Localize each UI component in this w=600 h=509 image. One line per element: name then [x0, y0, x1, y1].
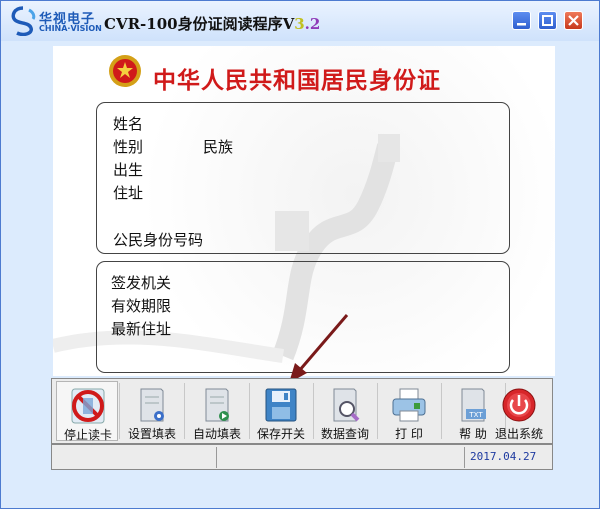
title-bar[interactable]: 华视电子 CHINA·VISION CVR-100身份证阅读程序V3.2 — [1, 1, 599, 41]
status-date: 2017.04.27 — [470, 450, 537, 463]
national-emblem-icon — [109, 55, 141, 87]
issuer-label: 签发机关 — [111, 274, 172, 292]
auto-fill-button[interactable]: 自动填表 — [186, 381, 248, 441]
data-query-button[interactable]: 数据查询 — [314, 381, 376, 441]
close-icon — [568, 15, 579, 26]
svg-text:TXT: TXT — [468, 411, 483, 419]
printer-icon — [392, 388, 426, 422]
id-number-label: 公民身份号码 — [113, 231, 204, 249]
help-doc-icon: TXT — [461, 388, 486, 422]
gender-label: 性别 — [113, 138, 144, 156]
toolbar-separator — [119, 383, 120, 439]
window-title-version-major: 3 — [294, 15, 305, 33]
latest-address-label: 最新住址 — [111, 320, 172, 338]
search-doc-icon — [333, 388, 360, 422]
address-label: 住址 — [113, 184, 144, 202]
validity-label: 有效期限 — [111, 297, 172, 315]
form-settings-button[interactable]: 设置填表 — [121, 381, 183, 441]
print-label: 打 印 — [395, 427, 423, 441]
status-divider — [216, 447, 217, 468]
form-settings-icon — [140, 388, 164, 422]
logo-english-text: CHINA·VISION — [39, 24, 102, 33]
power-icon — [502, 388, 536, 422]
print-button[interactable]: 打 印 — [378, 381, 440, 441]
app-window: 华视电子 CHINA·VISION CVR-100身份证阅读程序V3.2 中华人… — [0, 0, 600, 509]
status-bar: 2017.04.27 — [51, 444, 553, 470]
save-toggle-button[interactable]: 保存开关 — [250, 381, 312, 441]
save-toggle-label: 保存开关 — [256, 427, 305, 441]
minimize-button[interactable] — [512, 11, 531, 30]
logo-mark-icon — [11, 6, 36, 36]
maximize-button[interactable] — [538, 11, 557, 30]
maximize-icon — [542, 15, 553, 26]
exit-system-label: 退出系统 — [494, 427, 543, 441]
auto-fill-label: 自动填表 — [192, 427, 241, 441]
data-query-label: 数据查询 — [320, 427, 369, 441]
card-title: 中华人民共和国居民身份证 — [153, 67, 441, 94]
auto-fill-icon — [205, 388, 229, 422]
stop-reading-button[interactable]: 停止读卡 — [56, 381, 118, 442]
minimize-icon — [517, 23, 526, 26]
exit-system-button[interactable]: 退出系统 — [488, 381, 550, 441]
toolbar: 停止读卡 设置填表 自动填表 保存开关 数据查询 打 印 TXT 帮 助 退出系… — [51, 378, 553, 444]
window-title-version-minor: .2 — [304, 15, 321, 33]
toolbar-separator — [184, 383, 185, 439]
china-vision-logo: 华视电子 CHINA·VISION — [9, 6, 102, 36]
window-title: CVR-100身份证阅读程序V3.2 — [104, 13, 320, 34]
birth-label: 出生 — [113, 161, 144, 179]
ethnicity-label: 民族 — [203, 138, 234, 156]
close-button[interactable] — [564, 11, 583, 30]
stop-icon — [71, 388, 105, 424]
floppy-save-icon — [265, 388, 297, 422]
status-divider — [464, 447, 465, 468]
window-title-main: CVR-100身份证阅读程序V — [104, 15, 295, 33]
name-label: 姓名 — [113, 115, 144, 133]
stop-reading-label: 停止读卡 — [63, 428, 112, 442]
form-settings-label: 设置填表 — [127, 427, 176, 441]
